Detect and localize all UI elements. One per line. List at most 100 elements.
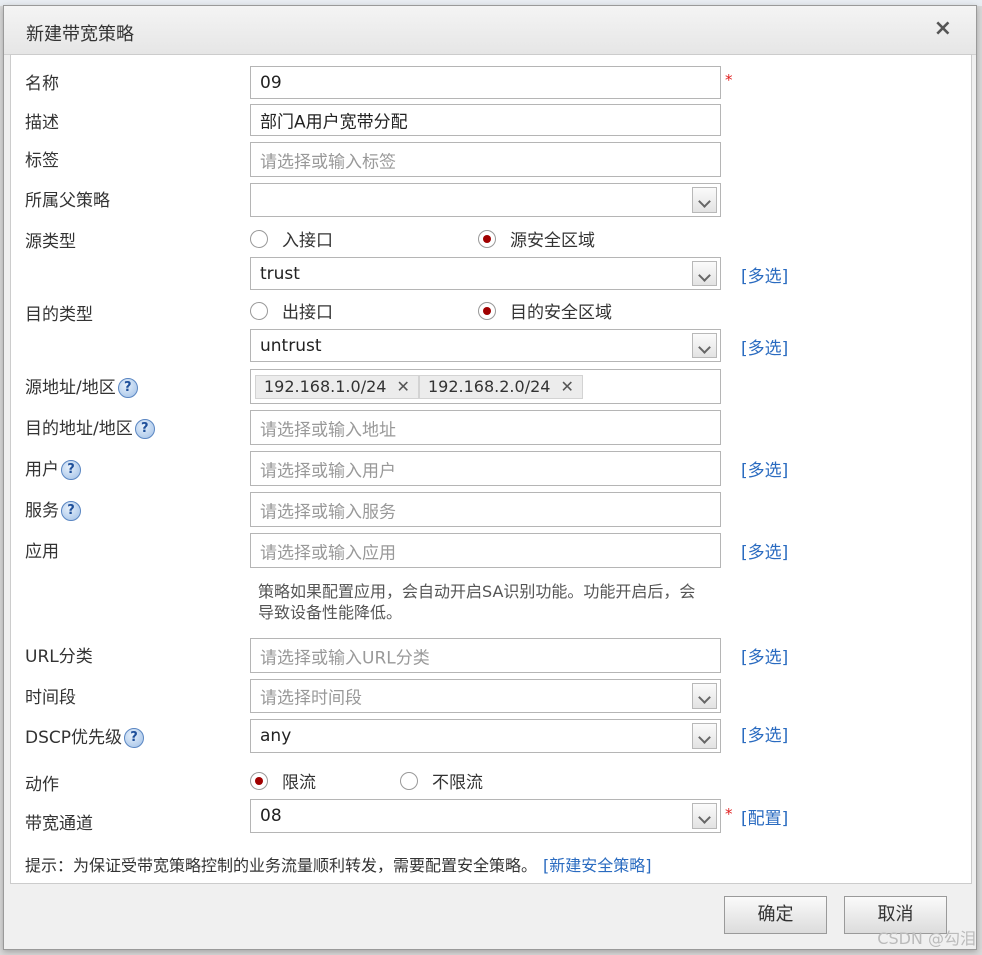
source-type-label: 源类型: [25, 232, 76, 252]
application-input[interactable]: 请选择或输入应用: [250, 533, 721, 568]
time-range-placeholder: 请选择时间段: [260, 688, 362, 709]
required-mark: *: [725, 805, 733, 823]
description-label: 描述: [25, 113, 59, 133]
time-range-label: 时间段: [25, 688, 76, 708]
url-category-input[interactable]: 请选择或输入URL分类: [250, 638, 721, 673]
tags-placeholder: 请选择或输入标签: [260, 152, 396, 172]
application-placeholder: 请选择或输入应用: [260, 543, 396, 563]
bandwidth-channel-label: 带宽通道: [25, 814, 93, 834]
radio-circle[interactable]: [250, 301, 268, 320]
url-category-label: URL分类: [25, 647, 93, 667]
radio-circle[interactable]: [250, 229, 268, 248]
help-icon[interactable]: ?: [134, 419, 155, 439]
service-label: 服务?: [25, 496, 81, 521]
user-label-text: 用户: [25, 460, 59, 480]
remove-tag-icon[interactable]: ✕: [396, 377, 409, 396]
chevron-down-icon[interactable]: [692, 723, 717, 749]
radio-circle-selected[interactable]: [250, 771, 268, 790]
address-tag: 192.168.1.0/24 ✕: [255, 375, 419, 399]
tags-input[interactable]: 请选择或输入标签: [250, 142, 721, 177]
name-label: 名称: [25, 74, 59, 94]
radio-source-zone[interactable]: 源安全区域: [478, 226, 595, 251]
source-zone-select[interactable]: trust: [250, 257, 721, 290]
dialog-titlebar: 新建带宽策略 ×: [4, 6, 976, 55]
radio-source-in-interface[interactable]: 入接口: [250, 226, 333, 251]
radio-label: 出接口: [282, 303, 333, 323]
destination-address-label: 目的地址/地区?: [25, 414, 155, 439]
help-icon[interactable]: ?: [124, 728, 145, 748]
service-input[interactable]: 请选择或输入服务: [250, 492, 721, 527]
dscp-select[interactable]: any: [250, 719, 721, 753]
user-placeholder: 请选择或输入用户: [260, 461, 396, 481]
application-label: 应用: [25, 542, 59, 562]
dscp-label-text: DSCP优先级: [25, 728, 123, 748]
hint-text: 提示：为保证受带宽策略控制的业务流量顺利转发，需要配置安全策略。 [新建安全策略]: [25, 852, 652, 876]
radio-dest-out-interface[interactable]: 出接口: [250, 298, 333, 323]
radio-label: 目的安全区域: [510, 303, 612, 323]
radio-circle[interactable]: [400, 771, 418, 790]
chevron-down-icon[interactable]: [692, 187, 717, 213]
required-mark: *: [725, 71, 733, 89]
name-value: 09: [260, 72, 282, 93]
source-address-label: 源地址/地区?: [25, 373, 138, 398]
hint-message: 提示：为保证受带宽策略控制的业务流量顺利转发，需要配置安全策略。: [25, 856, 538, 875]
application-multiselect-link[interactable]: [多选]: [741, 538, 788, 563]
destination-zone-value: untrust: [260, 335, 322, 356]
radio-rate-limit[interactable]: 限流: [250, 768, 316, 793]
radio-circle-selected[interactable]: [478, 301, 496, 320]
user-input[interactable]: 请选择或输入用户: [250, 451, 721, 486]
service-label-text: 服务: [25, 501, 59, 521]
radio-dest-zone[interactable]: 目的安全区域: [478, 298, 612, 323]
radio-no-limit[interactable]: 不限流: [400, 768, 483, 793]
radio-label: 限流: [282, 773, 316, 793]
description-value: 部门A用户宽带分配: [260, 112, 408, 133]
bandwidth-channel-config-link[interactable]: [配置]: [741, 804, 788, 829]
chevron-down-icon[interactable]: [692, 261, 717, 286]
url-category-multiselect-link[interactable]: [多选]: [741, 643, 788, 668]
chevron-down-icon[interactable]: [692, 683, 717, 709]
application-note: 策略如果配置应用，会自动开启SA识别功能。功能开启后，会导致设备性能降低。: [258, 582, 696, 622]
description-input[interactable]: 部门A用户宽带分配: [250, 104, 721, 136]
destination-zone-multiselect-link[interactable]: [多选]: [741, 334, 788, 359]
destination-zone-select[interactable]: untrust: [250, 329, 721, 362]
radio-label: 不限流: [432, 773, 483, 793]
radio-circle-selected[interactable]: [478, 229, 496, 248]
source-zone-multiselect-link[interactable]: [多选]: [741, 262, 788, 287]
tags-label: 标签: [25, 151, 59, 171]
destination-address-placeholder: 请选择或输入地址: [260, 420, 396, 440]
new-security-policy-link[interactable]: [新建安全策略]: [543, 856, 652, 875]
address-tag-label: 192.168.2.0/24: [428, 377, 551, 396]
dscp-multiselect-link[interactable]: [多选]: [741, 721, 788, 746]
source-address-label-text: 源地址/地区: [25, 378, 116, 398]
bandwidth-channel-value: 08: [260, 806, 282, 826]
dscp-label: DSCP优先级?: [25, 723, 145, 748]
dialog-title: 新建带宽策略: [26, 24, 134, 45]
bandwidth-policy-dialog: 新建带宽策略 × 名称 09 * 描述 部门A用户宽带分配 标签 请选择或输入标…: [3, 5, 977, 950]
close-icon[interactable]: ×: [934, 16, 952, 41]
address-tag: 192.168.2.0/24 ✕: [419, 375, 583, 399]
source-address-input[interactable]: 192.168.1.0/24 ✕ 192.168.2.0/24 ✕: [250, 369, 721, 404]
action-label: 动作: [25, 775, 59, 795]
parent-policy-select[interactable]: [250, 183, 721, 217]
destination-type-label: 目的类型: [25, 305, 93, 325]
ok-button[interactable]: 确定: [724, 896, 827, 934]
chevron-down-icon[interactable]: [692, 333, 717, 358]
radio-label: 源安全区域: [510, 231, 595, 251]
time-range-select[interactable]: 请选择时间段: [250, 679, 721, 713]
remove-tag-icon[interactable]: ✕: [560, 377, 573, 396]
help-icon[interactable]: ?: [117, 378, 138, 398]
url-category-placeholder: 请选择或输入URL分类: [260, 648, 430, 668]
user-label: 用户?: [25, 455, 81, 480]
name-input[interactable]: 09: [250, 66, 721, 99]
user-multiselect-link[interactable]: [多选]: [741, 456, 788, 481]
source-zone-value: trust: [260, 263, 300, 284]
parent-policy-label: 所属父策略: [25, 191, 110, 211]
service-placeholder: 请选择或输入服务: [260, 502, 396, 522]
bandwidth-channel-select[interactable]: 08: [250, 799, 721, 833]
address-tag-label: 192.168.1.0/24: [264, 377, 387, 396]
destination-address-input[interactable]: 请选择或输入地址: [250, 410, 721, 445]
help-icon[interactable]: ?: [61, 501, 81, 521]
chevron-down-icon[interactable]: [692, 803, 717, 829]
dialog-form: 名称 09 * 描述 部门A用户宽带分配 标签 请选择或输入标签 所属父策略 源…: [10, 54, 972, 884]
help-icon[interactable]: ?: [61, 460, 81, 480]
